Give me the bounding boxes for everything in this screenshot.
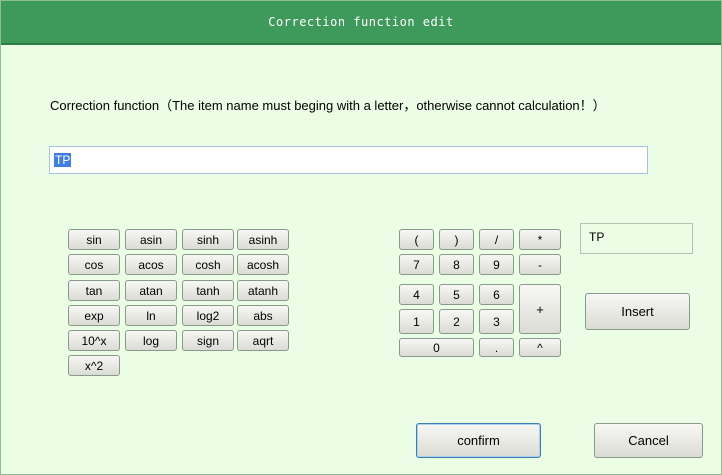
right-paren-button[interactable]: ) [439, 229, 474, 250]
key-4-button[interactable]: 4 [399, 284, 434, 305]
expression-text[interactable]: TP [54, 153, 72, 167]
dialog-title: Correction function edit [268, 15, 454, 29]
multiply-button[interactable]: * [519, 229, 561, 250]
exp-button[interactable]: exp [68, 305, 120, 326]
acosh-button[interactable]: acosh [237, 254, 289, 275]
asin-button[interactable]: asin [125, 229, 177, 250]
atan-button[interactable]: atan [125, 280, 177, 301]
power-button[interactable]: ^ [519, 338, 561, 357]
insert-button[interactable]: Insert [585, 293, 690, 330]
confirm-button[interactable]: confirm [416, 423, 541, 458]
log-button[interactable]: log [125, 330, 177, 351]
atanh-button[interactable]: atanh [237, 280, 289, 301]
asinh-button[interactable]: asinh [237, 229, 289, 250]
abs-button[interactable]: abs [237, 305, 289, 326]
tanh-button[interactable]: tanh [182, 280, 234, 301]
dialog-title-bar: Correction function edit [1, 1, 721, 43]
tan-button[interactable]: tan [68, 280, 120, 301]
key-9-button[interactable]: 9 [479, 254, 514, 275]
cancel-button[interactable]: Cancel [594, 423, 703, 458]
instruction-label: Correction function（The item name must b… [50, 98, 606, 113]
decimal-point-button[interactable]: . [479, 338, 514, 357]
left-paren-button[interactable]: ( [399, 229, 434, 250]
square-button[interactable]: x^2 [68, 355, 120, 376]
key-1-button[interactable]: 1 [399, 309, 434, 334]
expression-input[interactable]: TP [49, 146, 648, 174]
plus-button[interactable]: + [519, 284, 561, 334]
pow10-button[interactable]: 10^x [68, 330, 120, 351]
sqrt-button[interactable]: aqrt [237, 330, 289, 351]
item-readout: TP [580, 223, 693, 254]
sinh-button[interactable]: sinh [182, 229, 234, 250]
key-7-button[interactable]: 7 [399, 254, 434, 275]
cos-button[interactable]: cos [68, 254, 120, 275]
key-8-button[interactable]: 8 [439, 254, 474, 275]
key-6-button[interactable]: 6 [479, 284, 514, 305]
sign-button[interactable]: sign [182, 330, 234, 351]
key-2-button[interactable]: 2 [439, 309, 474, 334]
title-divider [1, 43, 721, 45]
cosh-button[interactable]: cosh [182, 254, 234, 275]
log2-button[interactable]: log2 [182, 305, 234, 326]
ln-button[interactable]: ln [125, 305, 177, 326]
correction-function-dialog: Correction function edit Correction func… [0, 0, 722, 475]
sin-button[interactable]: sin [68, 229, 120, 250]
divide-button[interactable]: / [479, 229, 514, 250]
minus-button[interactable]: - [519, 254, 561, 275]
key-3-button[interactable]: 3 [479, 309, 514, 334]
acos-button[interactable]: acos [125, 254, 177, 275]
key-5-button[interactable]: 5 [439, 284, 474, 305]
key-0-button[interactable]: 0 [399, 338, 474, 357]
